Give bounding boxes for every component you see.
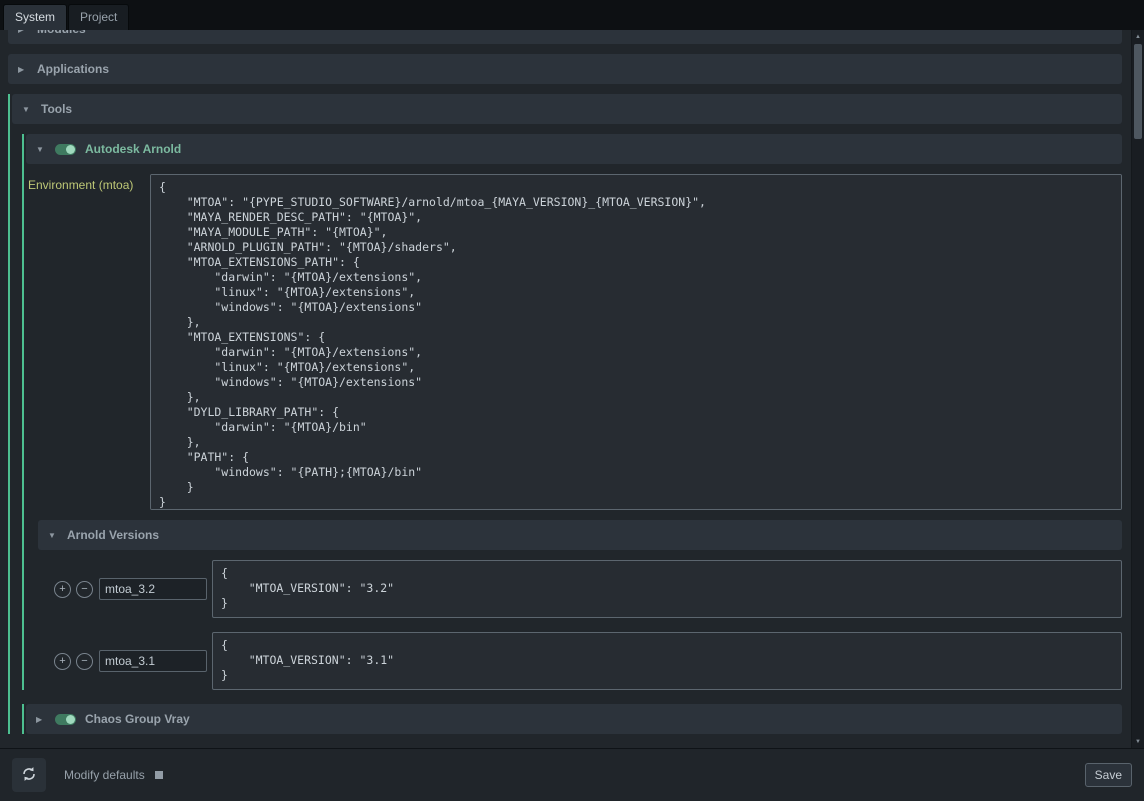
arnold-enabled-toggle[interactable] bbox=[55, 144, 76, 155]
version-json-editor[interactable]: { "MTOA_VERSION": "3.2" } bbox=[212, 560, 1122, 618]
vray-enabled-toggle[interactable] bbox=[55, 714, 76, 725]
environment-label: Environment (mtoa) bbox=[28, 174, 150, 510]
scrollbar-thumb[interactable] bbox=[1134, 44, 1142, 139]
tab-project[interactable]: Project bbox=[68, 4, 129, 30]
save-button[interactable]: Save bbox=[1085, 763, 1132, 787]
section-header-tools[interactable]: ▼ Tools bbox=[12, 94, 1122, 124]
version-row: + − { "MTOA_VERSION": "3.2" } bbox=[54, 560, 1122, 618]
section-title-applications: Applications bbox=[37, 62, 109, 76]
environment-json-editor[interactable]: { "MTOA": "{PYPE_STUDIO_SOFTWARE}/arnold… bbox=[150, 174, 1122, 510]
chevron-down-icon: ▼ bbox=[48, 531, 58, 540]
group-autodesk-arnold: ▼ Autodesk Arnold Environment (mtoa) { "… bbox=[22, 134, 1122, 690]
section-title-modules: Modules bbox=[37, 30, 86, 36]
remove-version-button[interactable]: − bbox=[76, 581, 93, 598]
add-version-button[interactable]: + bbox=[54, 653, 71, 670]
scroll-up-arrow-icon[interactable]: ▲ bbox=[1132, 30, 1144, 43]
scroll-down-arrow-icon[interactable]: ▼ bbox=[1132, 735, 1144, 748]
tab-bar: System Project bbox=[0, 0, 1144, 30]
refresh-button[interactable] bbox=[12, 758, 46, 792]
version-row-controls: + − bbox=[54, 581, 93, 598]
version-name-input[interactable] bbox=[99, 650, 207, 672]
chevron-right-icon: ▶ bbox=[36, 715, 46, 724]
group-title-autodesk-arnold: Autodesk Arnold bbox=[85, 142, 181, 156]
section-arnold-versions: ▼ Arnold Versions + − { "MTOA_V bbox=[38, 520, 1122, 690]
section-header-applications[interactable]: ▶ Applications bbox=[8, 54, 1122, 84]
settings-content: ▶ Modules ▶ Applications ▼ Tools bbox=[0, 30, 1144, 748]
version-json-editor[interactable]: { "MTOA_VERSION": "3.1" } bbox=[212, 632, 1122, 690]
version-row-controls: + − bbox=[54, 653, 93, 670]
vertical-scrollbar[interactable]: ▲ ▼ bbox=[1131, 30, 1144, 748]
section-tools: ▼ Tools ▼ Autodesk Arnold Environment (m… bbox=[8, 94, 1122, 734]
version-row: + − { "MTOA_VERSION": "3.1" } bbox=[54, 632, 1122, 690]
chevron-down-icon: ▼ bbox=[36, 145, 46, 154]
add-version-button[interactable]: + bbox=[54, 581, 71, 598]
section-header-arnold-versions[interactable]: ▼ Arnold Versions bbox=[38, 520, 1122, 550]
modify-defaults-label: Modify defaults bbox=[64, 768, 145, 782]
settings-window: System Project ▶ Modules ▶ Applications bbox=[0, 0, 1144, 801]
remove-version-button[interactable]: − bbox=[76, 653, 93, 670]
section-title-tools: Tools bbox=[41, 102, 72, 116]
refresh-icon bbox=[20, 765, 38, 786]
section-title-arnold-versions: Arnold Versions bbox=[67, 528, 159, 542]
modify-defaults-checkbox[interactable] bbox=[155, 771, 163, 779]
group-header-chaos-group-vray[interactable]: ▶ Chaos Group Vray bbox=[26, 704, 1122, 734]
group-title-chaos-group-vray: Chaos Group Vray bbox=[85, 712, 190, 726]
environment-row: Environment (mtoa) { "MTOA": "{PYPE_STUD… bbox=[28, 174, 1122, 510]
group-chaos-group-vray: ▶ Chaos Group Vray bbox=[22, 704, 1122, 734]
chevron-down-icon: ▼ bbox=[22, 105, 32, 114]
tab-system[interactable]: System bbox=[3, 4, 67, 30]
version-name-input[interactable] bbox=[99, 578, 207, 600]
footer-bar: Modify defaults Save bbox=[0, 748, 1144, 801]
scroll-view: ▶ Modules ▶ Applications ▼ Tools bbox=[0, 30, 1144, 748]
chevron-right-icon: ▶ bbox=[18, 30, 28, 34]
group-header-autodesk-arnold[interactable]: ▼ Autodesk Arnold bbox=[26, 134, 1122, 164]
chevron-right-icon: ▶ bbox=[18, 65, 28, 74]
section-header-modules[interactable]: ▶ Modules bbox=[8, 30, 1122, 44]
